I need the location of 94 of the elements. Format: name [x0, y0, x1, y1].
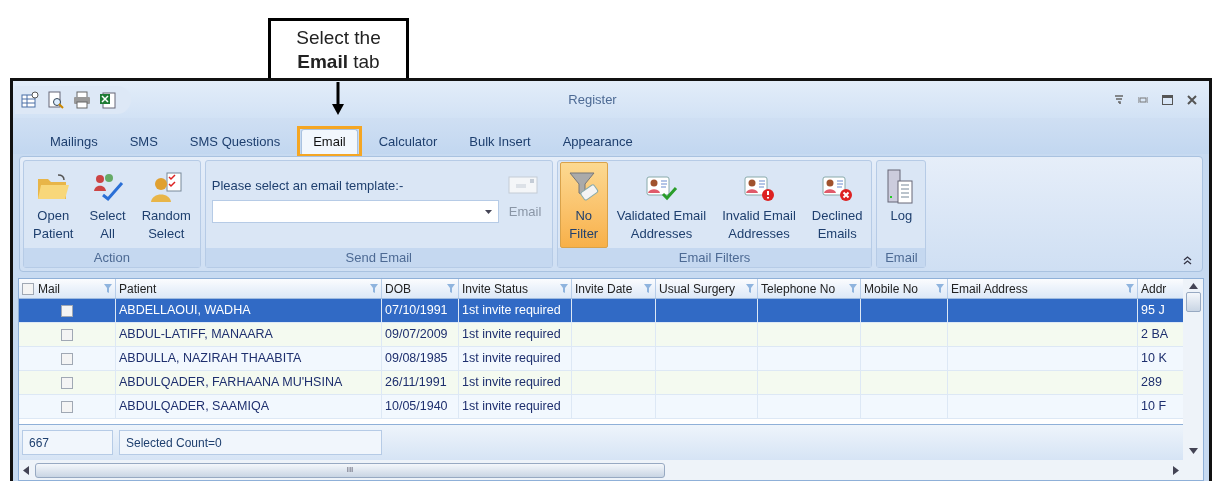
window-title: Register: [568, 90, 617, 109]
filter-icon[interactable]: [746, 284, 754, 293]
column-header[interactable]: Invite Status: [459, 279, 572, 298]
table-cell-text: ABDULQADER, SAAMIQA: [119, 398, 270, 416]
table-cell-text: 95 J: [1141, 302, 1165, 320]
filter-icon[interactable]: [849, 284, 857, 293]
table-row[interactable]: ABDUL-LATIFF, MANAARA 09/07/2009 1st invite required 2 BA: [19, 323, 1183, 347]
table-cell-text: 1st invite required: [462, 302, 561, 320]
table-cell-text: 07/10/1991: [385, 302, 448, 320]
table-row[interactable]: ABDULQADER, SAAMIQA 10/05/1940 1st invite required 10 F: [19, 395, 1183, 419]
scroll-right-icon[interactable]: [1173, 465, 1179, 475]
group-label: Send Email: [205, 248, 552, 267]
collapse-ribbon-icon[interactable]: [1183, 256, 1192, 265]
column-header[interactable]: Mail: [19, 279, 116, 298]
ribbon-button[interactable]: Validated Email Addresses: [609, 162, 714, 248]
column-header[interactable]: DOB: [382, 279, 459, 298]
filter-icon[interactable]: [560, 284, 568, 293]
column-header[interactable]: Telephone No: [758, 279, 861, 298]
table-cell-text: 1st invite required: [462, 326, 561, 344]
filter-icon[interactable]: [1126, 284, 1134, 293]
filter-icon[interactable]: [644, 284, 652, 293]
table-cell-text: 289: [1141, 374, 1162, 392]
filter-icon[interactable]: [370, 284, 378, 293]
restore-icon[interactable]: [1138, 94, 1148, 105]
scroll-thumb[interactable]: [1185, 292, 1201, 312]
table-row[interactable]: ABDELLAOUI, WADHA 07/10/1991 1st invite required 95 J: [19, 299, 1183, 323]
record-count: 667: [22, 430, 113, 455]
checkbox[interactable]: [61, 400, 73, 413]
filter-icon[interactable]: [447, 284, 455, 293]
group-label: Action: [24, 248, 200, 267]
table-cell-text: ABDULQADER, FARHAANA MU'HSINA: [119, 374, 343, 392]
tab[interactable]: Mailings: [35, 126, 113, 157]
column-header[interactable]: Patient: [116, 279, 382, 298]
checkbox[interactable]: [22, 282, 34, 295]
tab[interactable]: Appearance: [547, 126, 648, 157]
table-cell-text: 10/05/1940: [385, 398, 448, 416]
scroll-up-icon[interactable]: [1188, 283, 1198, 289]
people-checklist-icon: [149, 171, 184, 203]
horizontal-scrollbar[interactable]: III: [19, 460, 1183, 480]
checkbox[interactable]: [61, 352, 73, 365]
vertical-scrollbar[interactable]: [1183, 279, 1203, 480]
table-cell-text: 09/07/2009: [385, 326, 448, 344]
checkbox[interactable]: [61, 328, 73, 341]
table-cell-text: 1st invite required: [462, 398, 561, 416]
scroll-thumb[interactable]: III: [35, 462, 665, 478]
selected-count: Selected Count=0: [119, 430, 382, 455]
column-header[interactable]: Invite Date: [572, 279, 656, 298]
funnel-eraser-icon: [566, 170, 601, 204]
template-dropdown[interactable]: [211, 200, 499, 223]
group-label: Email: [877, 248, 926, 267]
table-row[interactable]: ABDULQADER, FARHAANA MU'HSINA 26/11/1991 1st invite required 289: [19, 371, 1183, 395]
table-cell-text: ABDELLAOUI, WADHA: [119, 302, 251, 320]
table-cell-text: 1st invite required: [462, 374, 561, 392]
table-cell-text: 09/08/1985: [385, 350, 448, 368]
callout-arrow: [332, 82, 344, 116]
table-cell-text: ABDUL-LATIFF, MANAARA: [119, 326, 273, 344]
column-header[interactable]: Email Address: [948, 279, 1138, 298]
template-prompt: Please select an email template:-: [211, 177, 404, 195]
column-header[interactable]: Usual Surgery: [656, 279, 758, 298]
envelope-icon: [507, 174, 538, 196]
checkbox[interactable]: [61, 304, 73, 317]
printer-icon[interactable]: [73, 90, 91, 109]
help-menu-icon[interactable]: [1114, 94, 1124, 105]
ribbon-button[interactable]: Random Select: [134, 162, 198, 248]
spreadsheet-icon[interactable]: [99, 90, 117, 109]
table-clock-icon[interactable]: [21, 90, 39, 109]
table-cell-text: 10 K: [1141, 350, 1167, 368]
maximize-icon[interactable]: [1162, 94, 1173, 105]
table-cell-text: 1st invite required: [462, 350, 561, 368]
scroll-down-icon[interactable]: [1188, 448, 1198, 454]
ribbon-button[interactable]: Invalid Email Addresses: [715, 162, 803, 248]
group-label: Email Filters: [557, 248, 872, 267]
table-cell-text: 10 F: [1141, 398, 1166, 416]
ribbon-button[interactable]: Log: [879, 162, 924, 248]
table-cell-text: ABDULLA, NAZIRAH THAABITA: [119, 350, 302, 368]
tab[interactable]: Calculator: [363, 126, 453, 157]
tab[interactable]: Bulk Insert: [454, 126, 546, 157]
checkbox[interactable]: [61, 376, 73, 389]
tab[interactable]: SMS Questions: [174, 126, 296, 157]
filter-icon[interactable]: [104, 284, 112, 293]
table-cell-text: 26/11/1991: [385, 374, 447, 392]
ribbon-button[interactable]: Declined Emails: [804, 162, 870, 248]
ribbon-button[interactable]: Open Patient: [26, 162, 81, 248]
scroll-left-icon[interactable]: [23, 465, 29, 475]
table-cell-text: 2 BA: [1141, 326, 1169, 344]
ribbon-button[interactable]: No Filter: [559, 162, 608, 248]
table-row[interactable]: ABDULLA, NAZIRAH THAABITA 09/08/1985 1st invite required 10 K: [19, 347, 1183, 371]
filter-icon[interactable]: [936, 284, 944, 293]
ribbon-button[interactable]: Select All: [82, 162, 133, 248]
print-preview-icon[interactable]: [47, 90, 65, 109]
close-icon[interactable]: [1187, 94, 1197, 105]
tab[interactable]: SMS: [114, 126, 173, 157]
dropdown-caret-icon: [484, 209, 492, 214]
column-header[interactable]: Mobile No: [861, 279, 948, 298]
